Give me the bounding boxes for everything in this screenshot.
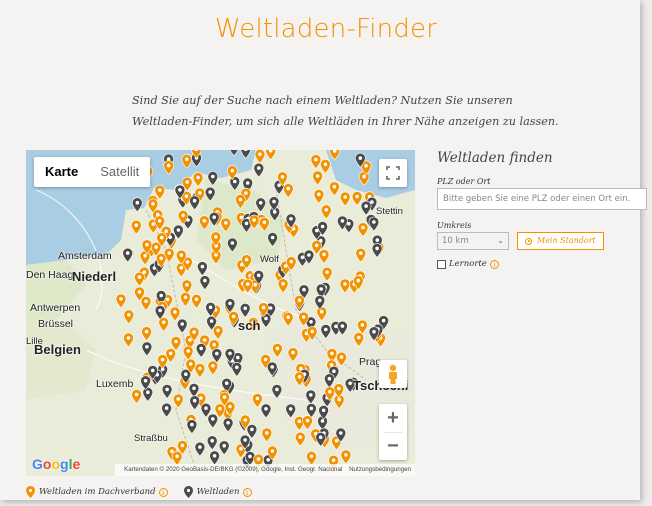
map-terms-link[interactable]: Nutzungsbedingungen [349, 466, 411, 473]
legend-item-dachverband: Weltladen im Dachverband i [26, 486, 168, 498]
chevron-down-icon: ⌄ [497, 236, 504, 245]
my-location-label: Mein Standort [537, 236, 596, 245]
plz-input[interactable]: Bitte geben Sie eine PLZ oder einen Ort … [437, 188, 647, 210]
street-view-button[interactable] [379, 360, 407, 388]
city-label-prag: Prag [359, 356, 382, 368]
map-legend: Weltladen im Dachverband i Weltladen i [26, 486, 268, 498]
fullscreen-button[interactable] [379, 159, 407, 187]
city-label-wolf: Wolf [260, 254, 279, 265]
city-label-bruessel: Brüssel [38, 318, 74, 330]
city-label-antwerpen: Antwerpen [30, 302, 81, 314]
radius-label: Umkreis [437, 221, 472, 230]
finder-heading: Weltladen finden [437, 150, 553, 166]
map-terrain [26, 150, 415, 476]
store-map[interactable]: Karte Satellit Stettin Amsterdam Den Haa… [26, 150, 415, 476]
radius-row: 10 km ⌄ Mein Standort [437, 232, 651, 250]
orange-marker-icon [26, 486, 35, 498]
pegman-icon [389, 364, 397, 384]
lernorte-label: Lernorte [449, 259, 487, 269]
plz-label: PLZ oder Ort [437, 177, 491, 186]
city-label-den-haag: Den Haag [26, 269, 74, 281]
lernorte-checkbox[interactable] [437, 259, 446, 269]
legend-label-weltladen: Weltladen [196, 487, 240, 497]
target-icon [525, 237, 532, 245]
city-label-luxemb: Luxemb [96, 378, 134, 390]
legend-label-dachverband: Weltladen im Dachverband [39, 487, 156, 497]
city-label-belgien: Belgien [34, 342, 81, 357]
fullscreen-icon [386, 166, 400, 180]
city-label-amsterdam: Amsterdam [58, 250, 112, 262]
zoom-control: + − [379, 404, 407, 460]
radius-value: 10 km [442, 236, 469, 246]
page-title: Weltladen-Finder [214, 14, 438, 44]
city-label-stettin: Stettin [376, 206, 403, 217]
map-copyright: Kartendaten © 2020 GeoBasis-DE/BKG (©200… [124, 466, 343, 473]
info-icon[interactable]: i [158, 487, 168, 497]
info-icon[interactable]: i [489, 259, 499, 269]
city-label-strassburg: Straßbu [134, 433, 168, 444]
legend-item-weltladen: Weltladen i [183, 486, 252, 498]
google-logo: Google [32, 456, 81, 472]
my-location-button[interactable]: Mein Standort [517, 232, 604, 250]
zoom-separator [384, 432, 402, 433]
intro-text: Sind Sie auf der Suche nach einem Weltla… [132, 90, 562, 132]
map-type-satellit-button[interactable]: Satellit [89, 157, 150, 187]
zoom-out-button[interactable]: − [379, 432, 407, 460]
city-label-niederl: Niederl [72, 269, 117, 284]
city-label-berlin-part: sch [238, 318, 261, 333]
intro-line-1: Sind Sie auf der Suche nach einem Weltla… [132, 94, 513, 107]
map-attribution: Kartendaten © 2020 GeoBasis-DE/BKG (©200… [115, 464, 415, 476]
zoom-in-button[interactable]: + [379, 404, 407, 432]
info-icon[interactable]: i [242, 487, 252, 497]
finder-panel: Weltladen finden PLZ oder Ort Bitte gebe… [437, 150, 651, 269]
map-type-control: Karte Satellit [34, 157, 151, 187]
radius-select[interactable]: 10 km ⌄ [437, 232, 509, 250]
lernorte-row: Lernorte i [437, 259, 651, 269]
intro-line-2: Weltladen-Finder, um sich alle Weltläden… [132, 115, 559, 128]
gray-marker-icon [183, 486, 193, 498]
map-type-karte-button[interactable]: Karte [34, 157, 89, 187]
